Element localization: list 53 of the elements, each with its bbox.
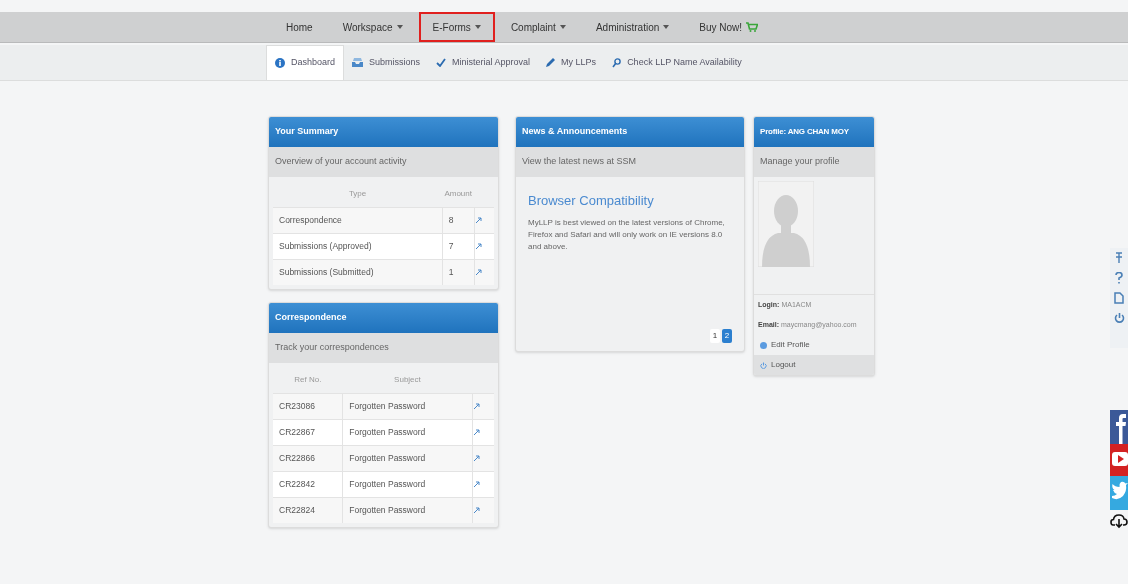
info-icon bbox=[275, 58, 285, 68]
panel-header: Correspondence bbox=[269, 303, 498, 333]
page-link[interactable]: 2 bbox=[722, 329, 732, 343]
cart-icon bbox=[746, 22, 759, 32]
column-header: Subject bbox=[342, 367, 473, 393]
help-icon[interactable] bbox=[1115, 272, 1123, 284]
youtube-icon[interactable] bbox=[1110, 444, 1128, 476]
document-icon[interactable] bbox=[1114, 292, 1124, 304]
profile-link[interactable]: Logout bbox=[754, 355, 874, 375]
news-text: MyLLP is best viewed on the latest versions of Chrome, Firefox and Safari and will only work on IE versions 8.0 and above. bbox=[528, 216, 726, 253]
nav-tab[interactable]: Dashboard bbox=[266, 45, 345, 80]
power-icon[interactable] bbox=[1113, 312, 1125, 324]
panel-subheader: Manage your profile bbox=[754, 147, 874, 177]
panel-header: News & Announcements bbox=[516, 117, 744, 147]
nav-link[interactable]: Administration bbox=[581, 12, 684, 42]
column-header: Ref No. bbox=[273, 367, 343, 393]
nav-link[interactable]: Workspace bbox=[328, 12, 417, 42]
column-header: Type bbox=[273, 181, 443, 207]
pin-icon[interactable] bbox=[1115, 252, 1123, 264]
panel-subheader: Track your correspondences bbox=[269, 333, 498, 363]
panel-header: Your Summary bbox=[269, 117, 498, 147]
external-link-icon[interactable] bbox=[472, 402, 480, 410]
external-link-icon[interactable] bbox=[474, 268, 482, 276]
nav-link[interactable]: Home bbox=[272, 12, 327, 42]
external-link-icon[interactable] bbox=[472, 506, 480, 514]
table-cell: Forgotten Password bbox=[342, 497, 473, 523]
table-cell: Submissions (Submitted) bbox=[273, 259, 443, 285]
external-link-icon[interactable] bbox=[474, 216, 482, 224]
column-header: Amount bbox=[442, 181, 475, 207]
nav-tab[interactable]: Submissions bbox=[344, 45, 429, 80]
nav-link[interactable]: Buy Now! bbox=[685, 12, 773, 42]
power-icon bbox=[760, 361, 767, 369]
panel-subheader: Overview of your account activity bbox=[269, 147, 498, 177]
page-link[interactable]: 1 bbox=[710, 329, 720, 343]
table-cell: 1 bbox=[442, 259, 475, 285]
table-cell: CR22824 bbox=[273, 497, 343, 523]
external-link-icon[interactable] bbox=[472, 454, 480, 462]
panel-subheader: View the latest news at SSM bbox=[516, 147, 744, 177]
nav-tab[interactable]: Ministerial Approval bbox=[428, 45, 539, 80]
panel-header: Profile: ANG CHAN MOY bbox=[754, 117, 874, 147]
external-link-icon[interactable] bbox=[474, 242, 482, 250]
search-icon bbox=[612, 57, 622, 68]
check-icon bbox=[436, 58, 447, 67]
external-link-icon[interactable] bbox=[472, 428, 480, 436]
nav-link[interactable]: E-Forms bbox=[418, 12, 495, 42]
external-link-icon[interactable] bbox=[472, 480, 480, 488]
nav-tab[interactable]: Check LLP Name Availability bbox=[604, 45, 750, 80]
pencil-icon bbox=[546, 58, 556, 67]
inbox-icon bbox=[352, 58, 364, 67]
nav-tab[interactable]: My LLPs bbox=[538, 45, 605, 80]
nav-link[interactable]: Complaint bbox=[496, 12, 580, 42]
profile-link[interactable]: Edit Profile bbox=[754, 335, 874, 355]
facebook-icon[interactable] bbox=[1110, 410, 1128, 444]
